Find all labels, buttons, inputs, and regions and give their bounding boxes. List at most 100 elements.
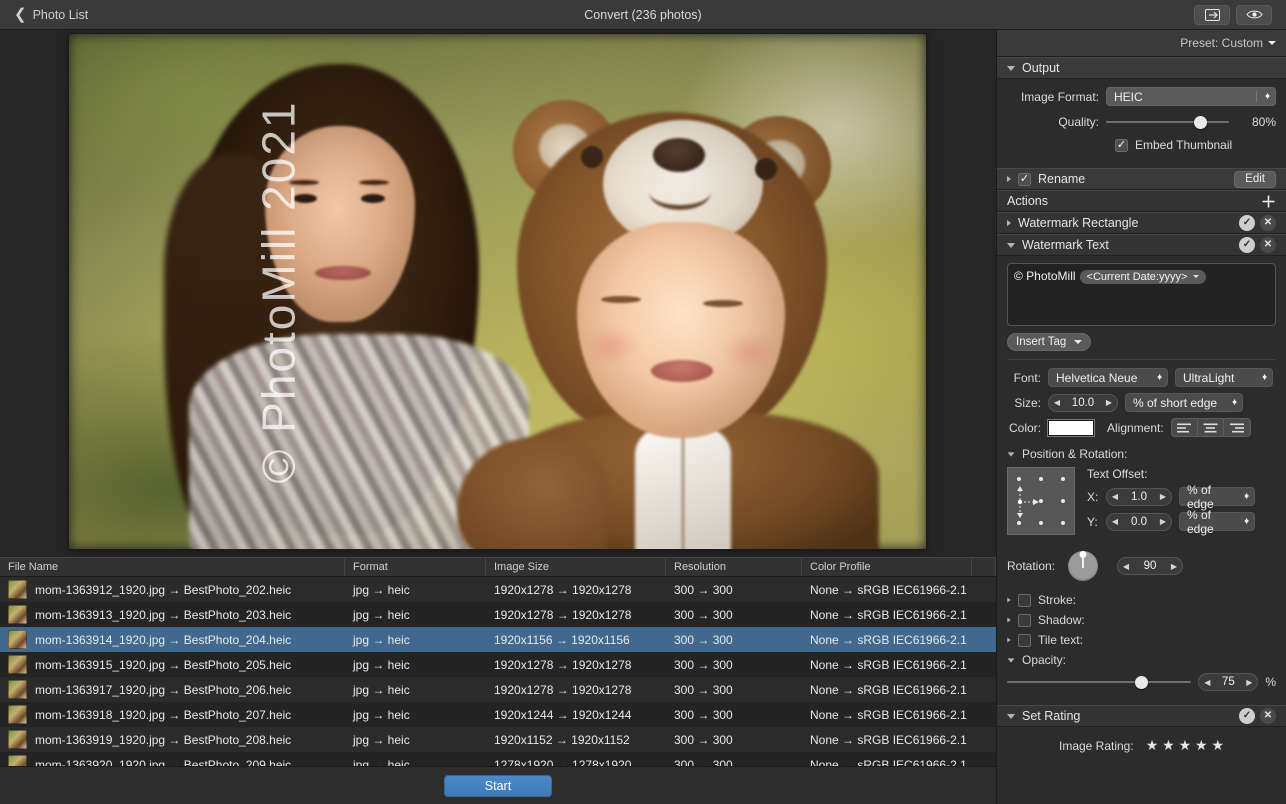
- anchor-dot-top-left[interactable]: [1017, 477, 1021, 481]
- watermark-date-token[interactable]: <Current Date:yyyy>: [1080, 270, 1207, 284]
- anchor-dot-bottom-right[interactable]: [1061, 521, 1065, 525]
- font-style-select[interactable]: UltraLight ▲▼: [1175, 368, 1273, 387]
- anchor-dot-bottom-left[interactable]: [1017, 521, 1021, 525]
- rename-edit-button[interactable]: Edit: [1234, 171, 1276, 188]
- align-left-button[interactable]: [1172, 419, 1198, 436]
- color-well[interactable]: [1048, 420, 1094, 436]
- preset-selector[interactable]: Preset: Custom: [997, 30, 1286, 57]
- stepper-increment-icon[interactable]: ▶: [1241, 678, 1257, 687]
- cell-color-profile: None → sRGB IEC61966-2.1: [802, 677, 972, 702]
- anchor-selected-middle-left-icon[interactable]: [1017, 486, 1039, 518]
- table-row[interactable]: mom-1363917_1920.jpg → BestPhoto_206.hei…: [0, 677, 996, 702]
- table-row[interactable]: mom-1363919_1920.jpg → BestPhoto_208.hei…: [0, 727, 996, 752]
- column-header-resolution[interactable]: Resolution: [666, 558, 802, 576]
- stepper-decrement-icon[interactable]: ◀: [1199, 678, 1215, 687]
- enable-check-icon[interactable]: ✓: [1239, 708, 1255, 724]
- section-header-set-rating[interactable]: Set Rating ✓ ✕: [997, 705, 1286, 727]
- anchor-dot-bottom-center[interactable]: [1039, 521, 1043, 525]
- opacity-slider[interactable]: [1007, 675, 1191, 689]
- rotation-knob-handle[interactable]: [1080, 551, 1087, 558]
- size-unit-select[interactable]: % of short edge ▲▼: [1125, 393, 1243, 412]
- size-stepper[interactable]: ◀ 10.0 ▶: [1048, 394, 1118, 412]
- disclosure-triangle-icon[interactable]: [1007, 597, 1010, 602]
- remove-close-icon[interactable]: ✕: [1260, 237, 1276, 253]
- table-row[interactable]: mom-1363912_1920.jpg → BestPhoto_202.hei…: [0, 577, 996, 602]
- disclosure-triangle-icon[interactable]: [1007, 243, 1015, 248]
- column-header-image-size[interactable]: Image Size: [486, 558, 666, 576]
- disclosure-triangle-icon[interactable]: [1007, 714, 1015, 719]
- anchor-dot-middle-right[interactable]: [1061, 499, 1065, 503]
- column-header-file-name[interactable]: File Name: [0, 558, 345, 576]
- image-format-value: HEIC: [1114, 90, 1143, 104]
- offset-y-stepper[interactable]: ◀ 0.0 ▶: [1106, 513, 1172, 531]
- opacity-slider-knob[interactable]: [1135, 676, 1148, 689]
- disclosure-triangle-icon[interactable]: [1007, 66, 1015, 71]
- disclosure-triangle-icon[interactable]: [1007, 176, 1011, 182]
- disclosure-triangle-icon[interactable]: [1008, 658, 1015, 662]
- remove-close-icon[interactable]: ✕: [1260, 215, 1276, 231]
- shadow-checkbox[interactable]: [1018, 614, 1031, 627]
- anchor-position-grid[interactable]: [1007, 467, 1075, 535]
- stepper-decrement-icon[interactable]: ◀: [1049, 398, 1065, 407]
- quality-slider[interactable]: [1106, 115, 1229, 129]
- column-header-format[interactable]: Format: [345, 558, 486, 576]
- quality-value: 80%: [1236, 115, 1276, 129]
- align-right-button[interactable]: [1224, 419, 1250, 436]
- anchor-dot-top-center[interactable]: [1039, 477, 1043, 481]
- anchor-dot-middle-center[interactable]: [1039, 499, 1043, 503]
- table-row[interactable]: mom-1363918_1920.jpg → BestPhoto_207.hei…: [0, 702, 996, 727]
- embed-thumbnail-checkbox[interactable]: ✓: [1115, 139, 1128, 152]
- enable-check-icon[interactable]: ✓: [1239, 237, 1255, 253]
- table-row[interactable]: mom-1363913_1920.jpg → BestPhoto_203.hei…: [0, 602, 996, 627]
- opacity-stepper[interactable]: ◀ 75 ▶: [1198, 673, 1258, 691]
- rename-checkbox[interactable]: ✓: [1018, 173, 1031, 186]
- offset-x-stepper[interactable]: ◀ 1.0 ▶: [1106, 488, 1172, 506]
- image-format-select[interactable]: HEIC ▲▼: [1106, 87, 1276, 106]
- watermark-date-token-label: <Current Date:yyyy>: [1087, 271, 1188, 283]
- preview-photo[interactable]: © PhotoMill 2021: [69, 34, 926, 549]
- column-header-color-profile[interactable]: Color Profile: [802, 558, 972, 576]
- insert-tag-button[interactable]: Insert Tag: [1007, 333, 1091, 351]
- section-header-output[interactable]: Output: [997, 57, 1286, 79]
- preview-toggle-button[interactable]: [1236, 5, 1272, 25]
- enable-check-icon[interactable]: ✓: [1239, 215, 1255, 231]
- cell-image-size: 1920x1278 → 1920x1278: [486, 677, 666, 702]
- section-header-watermark-rectangle[interactable]: Watermark Rectangle ✓ ✕: [997, 212, 1286, 234]
- start-button[interactable]: Start: [444, 775, 552, 797]
- plus-icon[interactable]: [1261, 194, 1276, 209]
- stepper-increment-icon[interactable]: ▶: [1166, 562, 1182, 571]
- rotation-knob[interactable]: [1068, 551, 1098, 581]
- disclosure-triangle-icon[interactable]: [1007, 220, 1011, 226]
- watermark-text-input[interactable]: © PhotoMill<Current Date:yyyy>: [1007, 263, 1276, 326]
- stepper-decrement-icon[interactable]: ◀: [1118, 562, 1134, 571]
- quality-slider-knob[interactable]: [1194, 116, 1207, 129]
- rotation-label: Rotation:: [1007, 559, 1061, 573]
- stepper-increment-icon[interactable]: ▶: [1155, 492, 1171, 501]
- cell-file-name: mom-1363915_1920.jpg → BestPhoto_205.hei…: [0, 652, 345, 677]
- stroke-checkbox[interactable]: [1018, 594, 1031, 607]
- offset-x-unit-select[interactable]: % of edge ▲▼: [1179, 487, 1255, 506]
- stepper-increment-icon[interactable]: ▶: [1101, 398, 1117, 407]
- stepper-decrement-icon[interactable]: ◀: [1107, 517, 1123, 526]
- tile-text-checkbox[interactable]: [1018, 634, 1031, 647]
- disclosure-triangle-icon[interactable]: [1007, 617, 1010, 622]
- file-name-text: mom-1363917_1920.jpg → BestPhoto_206.hei…: [35, 683, 291, 697]
- section-header-watermark-text[interactable]: Watermark Text ✓ ✕: [997, 234, 1286, 256]
- disclosure-triangle-icon[interactable]: [1007, 637, 1010, 642]
- anchor-dot-top-right[interactable]: [1061, 477, 1065, 481]
- back-to-photo-list-button[interactable]: ❮ Photo List: [0, 7, 98, 22]
- stepper-increment-icon[interactable]: ▶: [1155, 517, 1171, 526]
- rotation-stepper[interactable]: ◀ 90 ▶: [1117, 557, 1183, 575]
- table-row[interactable]: mom-1363914_1920.jpg → BestPhoto_204.hei…: [0, 627, 996, 652]
- section-header-rename[interactable]: ✓ Rename Edit: [997, 168, 1286, 190]
- remove-close-icon[interactable]: ✕: [1260, 708, 1276, 724]
- image-rating-stars[interactable]: ★ ★ ★ ★ ★: [1146, 737, 1224, 754]
- stepper-decrement-icon[interactable]: ◀: [1107, 492, 1123, 501]
- font-family-select[interactable]: Helvetica Neue ▲▼: [1048, 368, 1168, 387]
- align-center-button[interactable]: [1198, 419, 1224, 436]
- disclosure-triangle-icon[interactable]: [1008, 452, 1015, 456]
- export-button[interactable]: [1194, 5, 1230, 25]
- table-row[interactable]: mom-1363915_1920.jpg → BestPhoto_205.hei…: [0, 652, 996, 677]
- position-rotation-header[interactable]: Position & Rotation:: [1007, 447, 1276, 461]
- offset-y-unit-select[interactable]: % of edge ▲▼: [1179, 512, 1255, 531]
